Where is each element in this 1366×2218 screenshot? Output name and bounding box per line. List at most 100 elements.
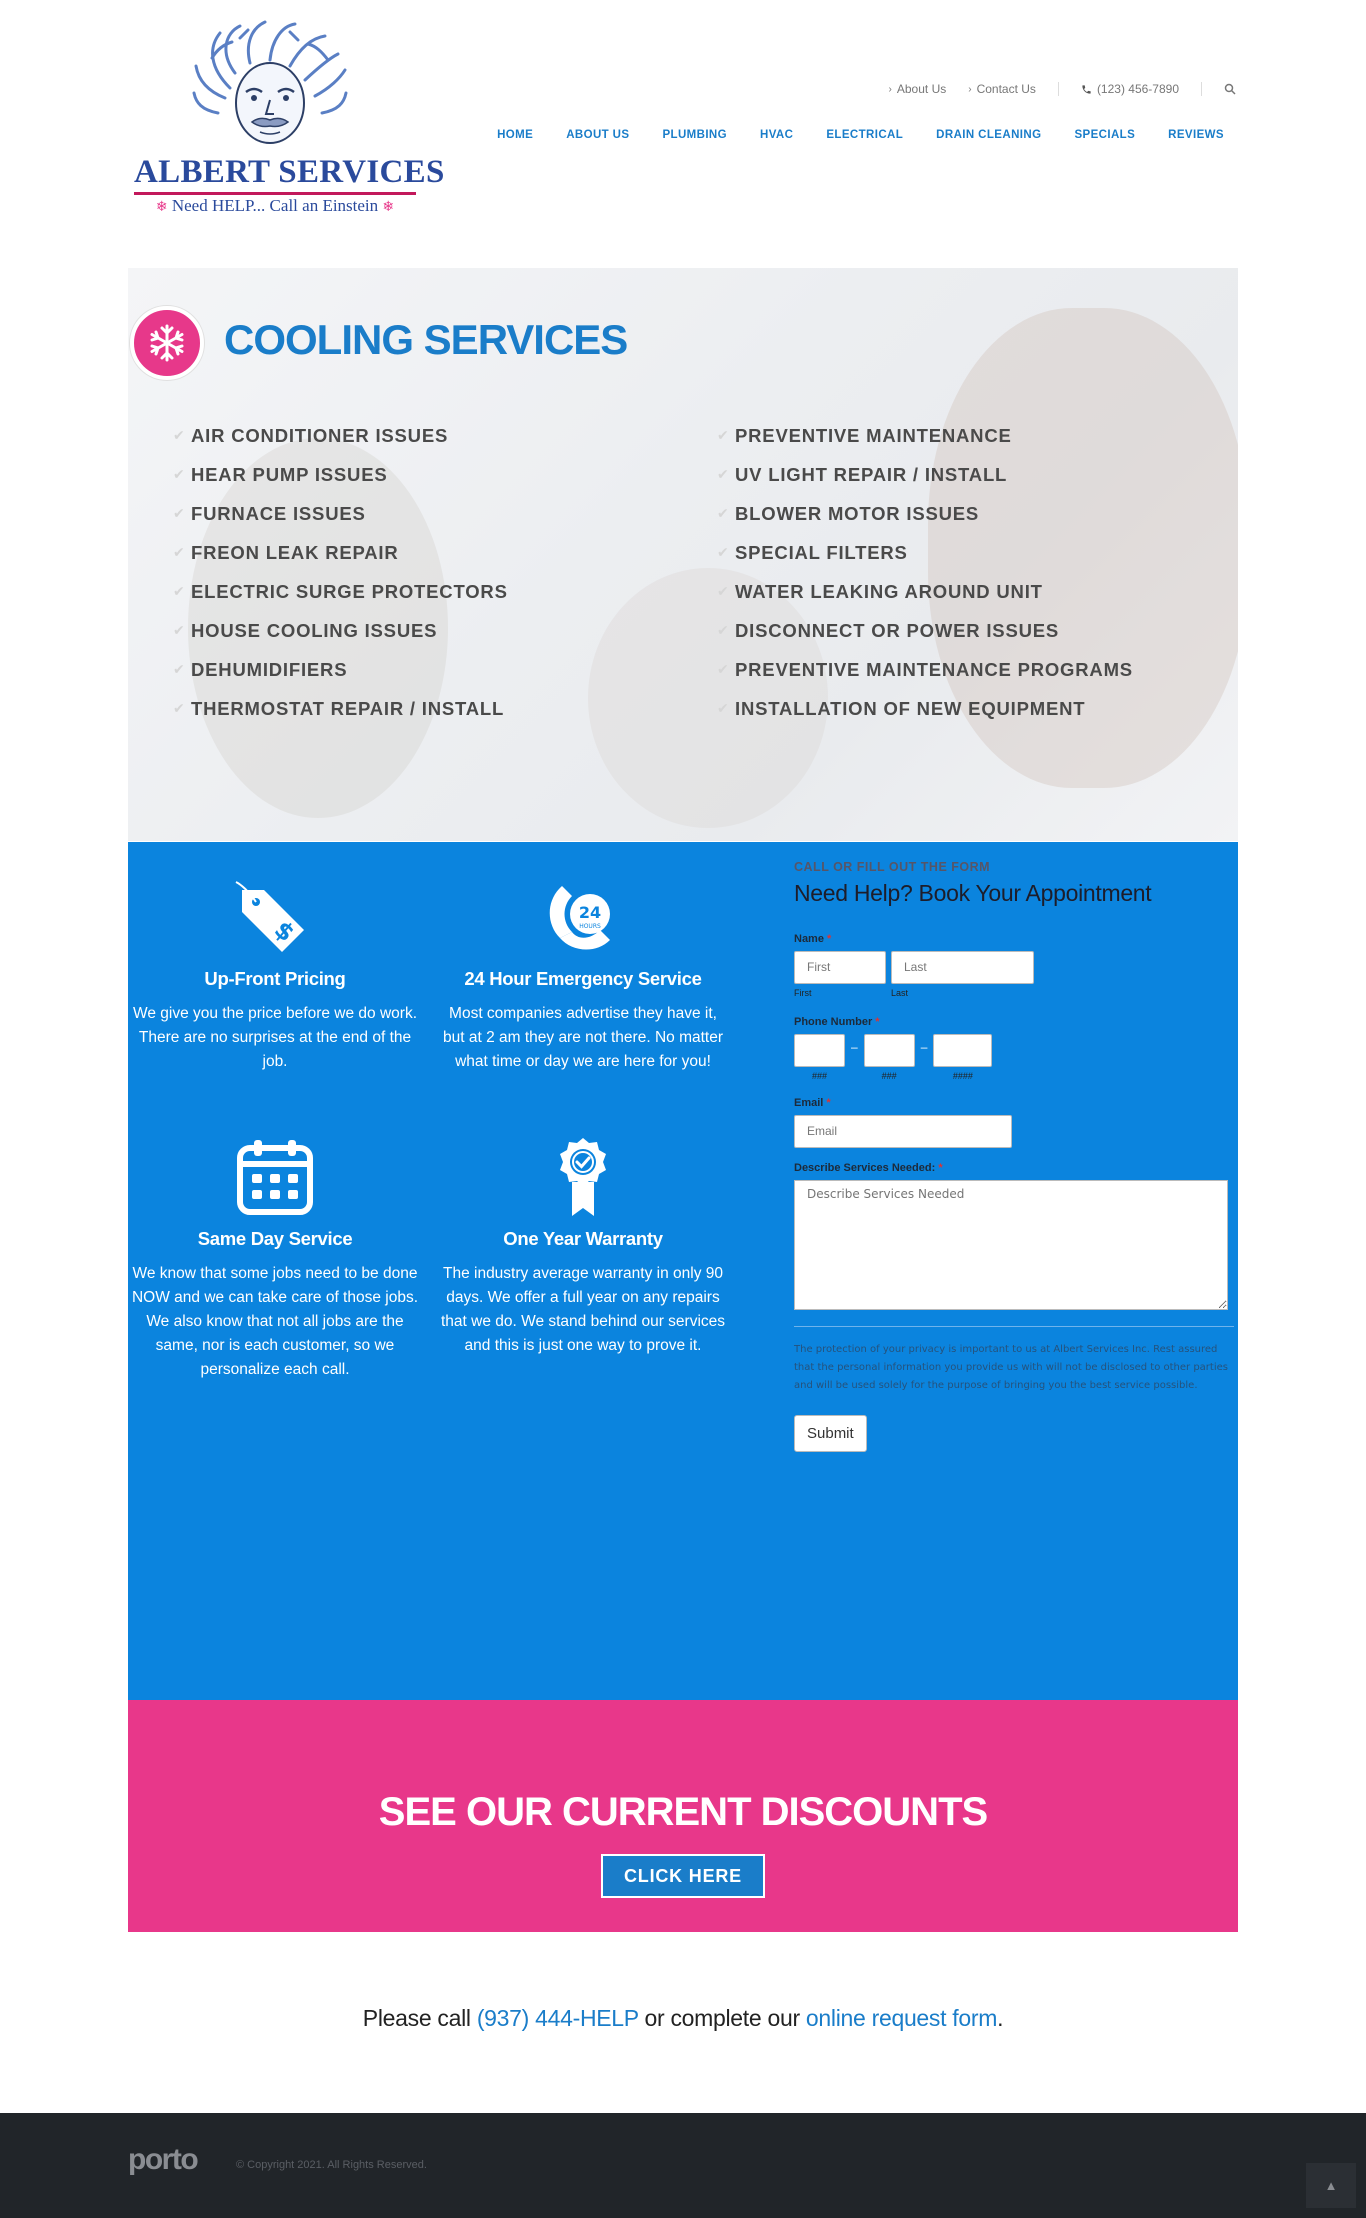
service-label: INSTALLATION OF NEW EQUIPMENT xyxy=(735,697,1086,719)
icon-hours-text: HOURS xyxy=(579,923,601,930)
last-name-sublabel: Last xyxy=(891,988,909,998)
einstein-logo-icon xyxy=(192,20,348,144)
phone-24-hours-icon: 24 HOURS xyxy=(438,872,728,962)
nav-item-specials[interactable]: SPECIALS xyxy=(1074,129,1135,141)
scroll-to-top-button[interactable]: ▲ xyxy=(1306,2163,1356,2208)
feature-title: 24 Hour Emergency Service xyxy=(464,968,702,989)
list-item: ✔ THERMOSTAT REPAIR / INSTALL xyxy=(173,689,508,728)
phone-link[interactable]: (937) 444-HELP xyxy=(477,2005,639,2031)
feature-up-front-pricing: $ Up-Front Pricing We give you the price… xyxy=(130,872,420,1074)
describe-services-textarea[interactable] xyxy=(794,1180,1228,1310)
required-mark: * xyxy=(938,1162,943,1174)
service-label: DISCONNECT OR POWER ISSUES xyxy=(735,619,1060,641)
discounts-title: SEE OUR CURRENT DISCOUNTS xyxy=(378,1790,988,1834)
check-icon: ✔ xyxy=(717,466,730,482)
nav-item-electrical[interactable]: ELECTRICAL xyxy=(826,129,903,141)
nav-item-reviews[interactable]: REVIEWS xyxy=(1168,129,1224,141)
phone-line-input[interactable] xyxy=(933,1034,993,1067)
snowflake-icon: ❄ xyxy=(382,200,395,215)
search-button[interactable] xyxy=(1224,83,1236,95)
list-item: ✔ HOUSE COOLING ISSUES xyxy=(173,611,508,650)
service-label: BLOWER MOTOR ISSUES xyxy=(735,502,980,524)
list-item: ✔ AIR CONDITIONER ISSUES xyxy=(173,416,508,455)
nav-item-about-us[interactable]: ABOUT US xyxy=(566,129,629,141)
name-label: Name * xyxy=(794,933,1234,945)
check-icon: ✔ xyxy=(173,427,186,443)
list-item: ✔ FURNACE ISSUES xyxy=(173,494,508,533)
nav-item-plumbing[interactable]: PLUMBING xyxy=(662,129,727,141)
nav-item-drain-cleaning[interactable]: DRAIN CLEANING xyxy=(936,129,1041,141)
top-phone[interactable]: (123) 456-7890 xyxy=(1081,82,1179,96)
divider xyxy=(1201,82,1202,96)
nav-item-hvac[interactable]: HVAC xyxy=(760,129,793,141)
price-tag-icon: $ xyxy=(130,872,420,962)
check-icon: ✔ xyxy=(173,505,186,521)
check-icon: ✔ xyxy=(173,622,186,638)
top-phone-label: (123) 456-7890 xyxy=(1096,82,1179,96)
service-label: THERMOSTAT REPAIR / INSTALL xyxy=(191,697,505,719)
feature-text: The industry average warranty in only 90… xyxy=(440,1265,726,1354)
top-link-about[interactable]: › About Us xyxy=(889,82,947,96)
first-name-input[interactable]: First xyxy=(794,951,886,984)
feature-text: We know that some jobs need to be done N… xyxy=(131,1265,419,1378)
service-label: HEAR PUMP ISSUES xyxy=(191,463,388,485)
service-label: PREVENTIVE MAINTENANCE xyxy=(735,424,1012,446)
name-row: First First Last Last xyxy=(794,951,1234,998)
name-label-text: Name xyxy=(794,933,824,945)
email-label-text: Email xyxy=(794,1097,824,1109)
phone-row: ### – ### – #### xyxy=(794,1034,1234,1081)
last-name-input[interactable]: Last xyxy=(891,951,1034,984)
phone-prefix-group: ### xyxy=(863,1034,915,1081)
check-icon: ✔ xyxy=(717,544,730,560)
logo-underline xyxy=(134,192,416,195)
service-label: WATER LEAKING AROUND UNIT xyxy=(735,580,1043,602)
phone-line-sublabel: #### xyxy=(952,1071,973,1081)
appointment-form: CALL OR FILL OUT THE FORM Need Help? Boo… xyxy=(794,860,1234,1452)
top-link-about-label: About Us xyxy=(896,82,947,96)
list-item: ✔ SPECIAL FILTERS xyxy=(717,533,1133,572)
feature-title: Same Day Service xyxy=(197,1228,353,1249)
check-icon: ✔ xyxy=(717,505,730,521)
phone-label-text: Phone Number xyxy=(794,1016,873,1028)
albert-services-logo[interactable]: ALBERT SERVICES ❄ Need HELP... Call an E… xyxy=(130,18,444,218)
list-item: ✔ WATER LEAKING AROUND UNIT xyxy=(717,572,1133,611)
phone-area-input[interactable] xyxy=(794,1034,845,1067)
top-links: › About Us › Contact Us (123) 456-7890 xyxy=(889,82,1236,96)
phone-prefix-input[interactable] xyxy=(863,1034,915,1067)
email-label: Email * xyxy=(794,1097,1234,1109)
click-here-button[interactable]: CLICK HERE xyxy=(601,1854,765,1898)
cooling-services-section: COOLING SERVICES ✔ AIR CONDITIONER ISSUES… xyxy=(128,268,1238,841)
chevron-right-icon: › xyxy=(888,83,892,95)
list-item: ✔ PREVENTIVE MAINTENANCE PROGRAMS xyxy=(717,650,1133,689)
services-list-right: ✔ PREVENTIVE MAINTENANCE ✔ UV LIGHT REPAIR… xyxy=(717,416,1133,728)
online-request-form-link[interactable]: online request form xyxy=(806,2005,997,2031)
top-link-contact[interactable]: › Contact Us xyxy=(968,82,1036,96)
phone-area-group: ### xyxy=(794,1034,845,1081)
feature-title: Up-Front Pricing xyxy=(204,968,346,989)
dash-separator: – xyxy=(920,1040,928,1054)
check-icon: ✔ xyxy=(173,700,186,716)
divider xyxy=(1057,82,1059,96)
check-icon: ✔ xyxy=(173,661,186,677)
email-input[interactable]: Email xyxy=(794,1115,1012,1148)
logo-tagline-text: Need HELP... Call an Einstein xyxy=(171,196,379,215)
list-item: ✔ BLOWER MOTOR ISSUES xyxy=(717,494,1133,533)
list-item: ✔ DISCONNECT OR POWER ISSUES xyxy=(717,611,1133,650)
porto-logo[interactable]: porto xyxy=(128,2143,199,2177)
submit-button[interactable]: Submit xyxy=(794,1415,867,1452)
nav-item-home[interactable]: HOME xyxy=(497,129,533,141)
feature-text: We give you the price before we do work.… xyxy=(132,1005,418,1070)
first-name-group: First First xyxy=(794,951,886,998)
check-icon: ✔ xyxy=(717,427,730,443)
call-prefix: Please call xyxy=(362,2005,471,2031)
service-label: SPECIAL FILTERS xyxy=(735,541,908,563)
list-item: ✔ INSTALLATION OF NEW EQUIPMENT xyxy=(717,689,1133,728)
top-link-contact-label: Contact Us xyxy=(976,82,1036,96)
first-name-sublabel: First xyxy=(794,988,812,998)
phone-line-group: #### xyxy=(933,1034,993,1081)
email-row: Email xyxy=(794,1115,1234,1148)
feature-24-hour-service: 24 HOURS 24 Hour Emergency Service Most … xyxy=(438,872,728,1074)
icon-24-text: 24 xyxy=(579,903,601,922)
feature-text: Most companies advertise they have it, b… xyxy=(442,1005,723,1070)
check-icon: ✔ xyxy=(717,583,730,599)
